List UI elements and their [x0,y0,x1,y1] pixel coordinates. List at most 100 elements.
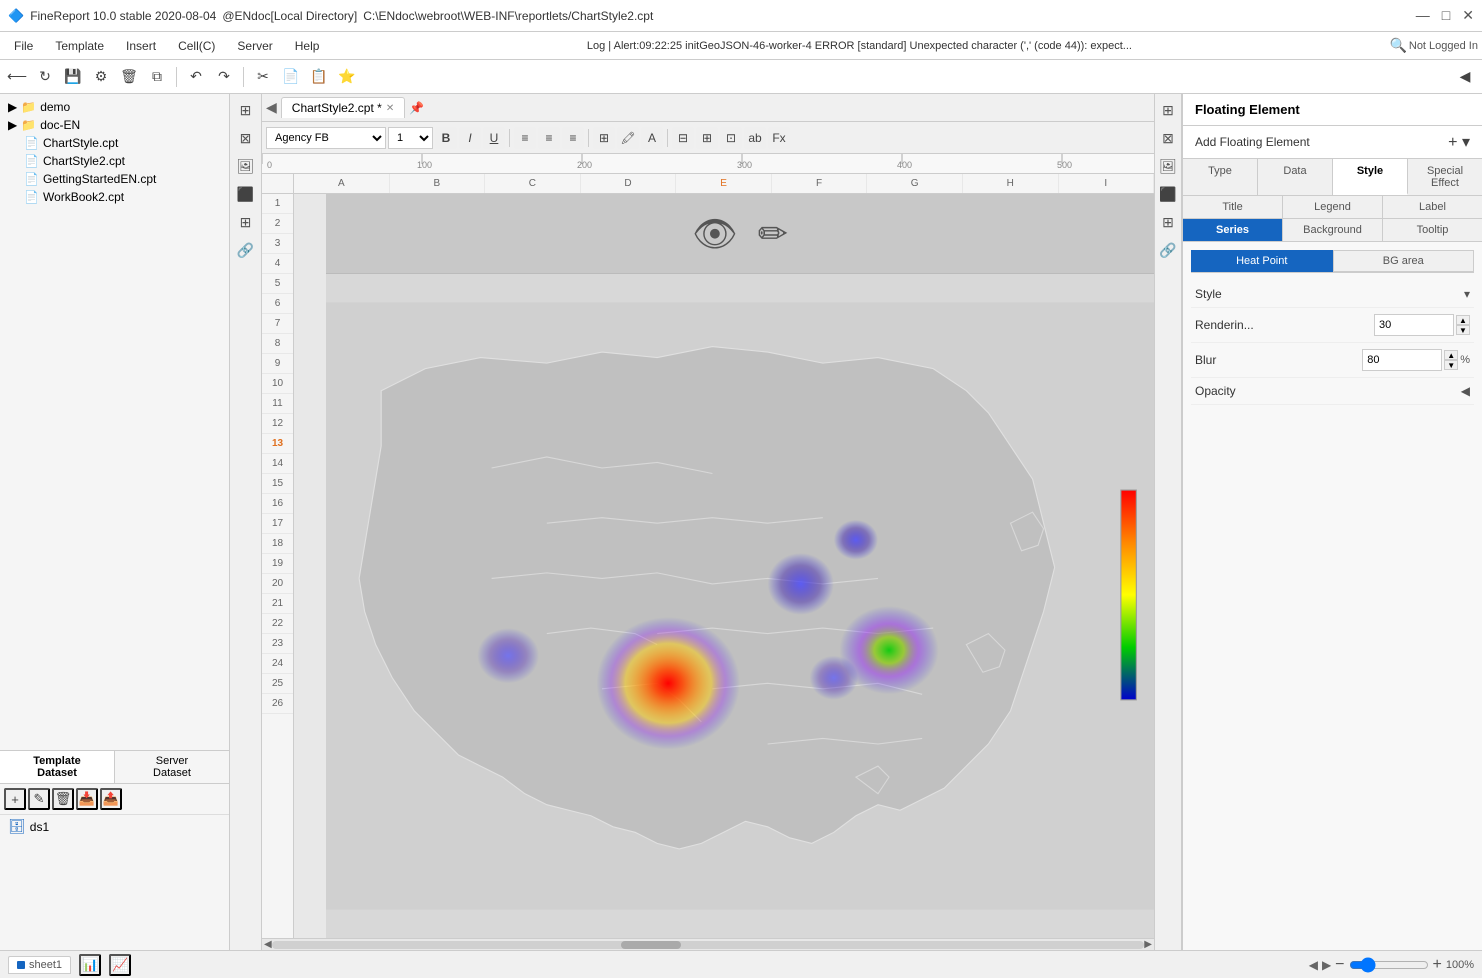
menu-server[interactable]: Server [227,37,282,55]
side-icon-1[interactable]: ⊞ [234,98,258,122]
side-icon-3[interactable]: 🖼 [234,154,258,178]
tb-copy2-btn[interactable]: ⧉ [144,64,170,90]
tab-bg-area[interactable]: BG area [1333,250,1475,272]
merge-btn[interactable]: ⊟ [672,127,694,149]
split-btn[interactable]: ⊞ [696,127,718,149]
tab-server-dataset[interactable]: ServerDataset [115,751,229,783]
side-icon-2[interactable]: ⊠ [234,126,258,150]
blur-spin-down[interactable]: ▼ [1444,360,1458,370]
tb-settings-btn[interactable]: ⚙ [88,64,114,90]
menu-template[interactable]: Template [45,37,114,55]
rsi-5[interactable]: ⊞ [1156,210,1180,234]
tab-template-dataset[interactable]: TemplateDataset [0,751,115,783]
side-icon-6[interactable]: 🔗 [234,238,258,262]
tab-chartstyle2[interactable]: ChartStyle2.cpt * ✕ [281,97,405,118]
font-color-btn[interactable]: A [641,127,663,149]
blur-spin-up[interactable]: ▲ [1444,350,1458,360]
ds-import-btn[interactable]: 📥 [76,788,98,810]
tb-undo-btn[interactable]: ↶ [183,64,209,90]
italic-button[interactable]: I [459,127,481,149]
search-icon[interactable]: 🔍 [1389,37,1406,54]
tab-tooltip[interactable]: Tooltip [1383,219,1482,241]
tab-title[interactable]: Title [1183,196,1283,218]
bold-button[interactable]: B [435,127,457,149]
sheet-tab-sheet1[interactable]: sheet1 [8,956,71,974]
rendering-input[interactable] [1374,314,1454,336]
tb-refresh-btn[interactable]: ↻ [32,64,58,90]
horizontal-scrollbar[interactable]: ◀ ▶ [262,938,1154,950]
tree-item-demo[interactable]: ▶ 📁 demo [4,98,225,116]
align-center-btn[interactable]: ≡ [538,127,560,149]
dataset-item-ds1[interactable]: 🗄 ds1 [0,815,229,838]
ds-add-btn[interactable]: + [4,788,26,810]
tb-copy-btn[interactable]: 📄 [278,64,304,90]
tab-heat-point[interactable]: Heat Point [1191,250,1333,272]
tb-back-btn[interactable]: ⟵ [4,64,30,90]
zoom-nav-left[interactable]: ◀ [1309,958,1318,972]
minimize-button[interactable]: — [1416,7,1430,24]
rsi-6[interactable]: 🔗 [1156,238,1180,262]
ds-delete-btn[interactable]: 🗑 [52,788,74,810]
pen-icon[interactable]: ✏ [758,213,788,255]
rendering-spin-up[interactable]: ▲ [1456,315,1470,325]
tb-cut-btn[interactable]: ✂ [250,64,276,90]
rendering-spin-down[interactable]: ▼ [1456,325,1470,335]
tree-item-doc-en[interactable]: ▶ 📁 doc-EN [4,116,225,134]
tab-background[interactable]: Background [1283,219,1383,241]
tree-item-gettingstarted[interactable]: 📄 GettingStartedEN.cpt [4,170,225,188]
ds-edit-btn[interactable]: ✎ [28,788,50,810]
tab-style[interactable]: Style [1333,159,1408,195]
tab-type[interactable]: Type [1183,159,1258,195]
menu-help[interactable]: Help [285,37,330,55]
tree-item-chartstyle[interactable]: 📄 ChartStyle.cpt [4,134,225,152]
maximize-button[interactable]: □ [1442,7,1450,24]
highlight-btn[interactable]: 🖍 [617,127,639,149]
font-select[interactable]: Agency FB [266,127,386,149]
sheet-btn-1[interactable]: 📊 [79,954,101,976]
scroll-left-btn[interactable]: ◀ [264,939,272,950]
tab-close-icon[interactable]: ✕ [386,103,394,114]
tb-star-btn[interactable]: ⭐ [334,64,360,90]
zoom-nav-right[interactable]: ▶ [1322,958,1331,972]
tab-special-effect[interactable]: SpecialEffect [1408,159,1482,195]
zoom-minus-btn[interactable]: − [1335,956,1344,974]
tb-collapse-btn[interactable]: ◀ [1452,64,1478,90]
tb-delete-btn[interactable]: 🗑 [116,64,142,90]
blur-input[interactable] [1362,349,1442,371]
tb-save-btn[interactable]: 💾 [60,64,86,90]
tree-item-chartstyle2[interactable]: 📄 ChartStyle2.cpt [4,152,225,170]
tab-pin-icon[interactable]: 📌 [409,101,424,115]
tab-label[interactable]: Label [1383,196,1482,218]
scroll-right-btn[interactable]: ▶ [1144,939,1152,950]
close-button[interactable]: ✕ [1462,7,1474,24]
rsi-2[interactable]: ⊠ [1156,126,1180,150]
text-wrap-btn[interactable]: ab [744,127,766,149]
underline-button[interactable]: U [483,127,505,149]
rsi-3[interactable]: 🖼 [1156,154,1180,178]
scroll-thumb[interactable] [621,941,681,949]
zoom-plus-btn[interactable]: + [1433,956,1442,974]
zoom-slider[interactable] [1349,957,1429,973]
collapse-left-btn[interactable]: ◀ [266,99,277,116]
side-icon-5[interactable]: ⊞ [234,210,258,234]
tab-legend[interactable]: Legend [1283,196,1383,218]
style-dropdown-arrow[interactable]: ▾ [1464,287,1470,301]
side-icon-4[interactable]: ⬛ [234,182,258,206]
rsi-1[interactable]: ⊞ [1156,98,1180,122]
tb-redo-btn[interactable]: ↷ [211,64,237,90]
rsi-4[interactable]: ⬛ [1156,182,1180,206]
ds-export-btn[interactable]: 📤 [100,788,122,810]
size-select[interactable]: 1 [388,127,433,149]
opacity-arrow[interactable]: ◀ [1461,384,1470,398]
tree-item-workbook2[interactable]: 📄 WorkBook2.cpt [4,188,225,206]
menu-insert[interactable]: Insert [116,37,166,55]
tb-paste-btn[interactable]: 📋 [306,64,332,90]
grid-btn[interactable]: ⊞ [593,127,615,149]
tab-series[interactable]: Series [1183,219,1283,241]
eye-crossed-icon[interactable]: 👁 [692,213,738,255]
menu-file[interactable]: File [4,37,43,55]
align-right-btn[interactable]: ≡ [562,127,584,149]
align-left-btn[interactable]: ≡ [514,127,536,149]
sheet-btn-2[interactable]: 📈 [109,954,131,976]
formula-btn[interactable]: Fx [768,127,790,149]
